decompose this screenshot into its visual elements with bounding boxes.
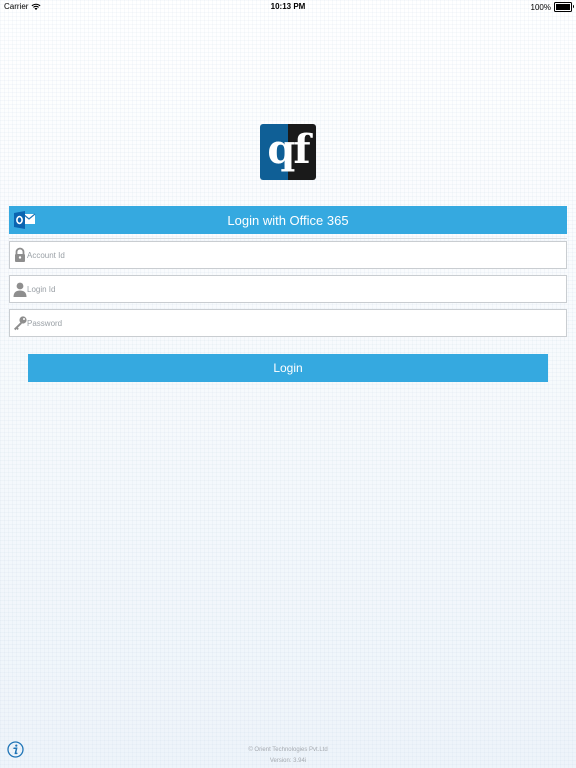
footer-copyright: © Orient Technologies Pvt.Ltd <box>248 747 328 753</box>
divider <box>9 238 567 239</box>
status-bar: Carrier 10:13 PM 100% <box>0 0 576 13</box>
login-id-input[interactable] <box>27 276 557 302</box>
login-id-field[interactable] <box>9 275 567 303</box>
logo-right-panel: qf <box>288 124 316 180</box>
status-battery: 100% <box>530 2 574 12</box>
logo-letters: qf <box>267 126 288 173</box>
battery-icon <box>554 2 574 12</box>
key-icon <box>14 316 27 331</box>
footer-version: Version: 3.94i <box>269 758 307 764</box>
battery-fill <box>556 4 570 10</box>
login-button[interactable]: Login <box>28 354 548 382</box>
account-id-input[interactable] <box>27 242 557 268</box>
logo-letters-shadow: qf <box>288 126 311 173</box>
battery-percent: 100% <box>530 2 551 12</box>
office365-login-button[interactable]: Login with Office 365 <box>9 206 567 234</box>
status-time: 10:13 PM <box>270 2 306 11</box>
app-logo: qf qf <box>260 124 316 180</box>
user-icon <box>13 282 27 297</box>
office365-login-label: Login with Office 365 <box>227 213 349 228</box>
logo-left-panel: qf <box>260 124 288 180</box>
password-input[interactable] <box>27 310 557 336</box>
account-id-field[interactable] <box>9 241 567 269</box>
password-field[interactable] <box>9 309 567 337</box>
lock-icon <box>15 247 25 262</box>
